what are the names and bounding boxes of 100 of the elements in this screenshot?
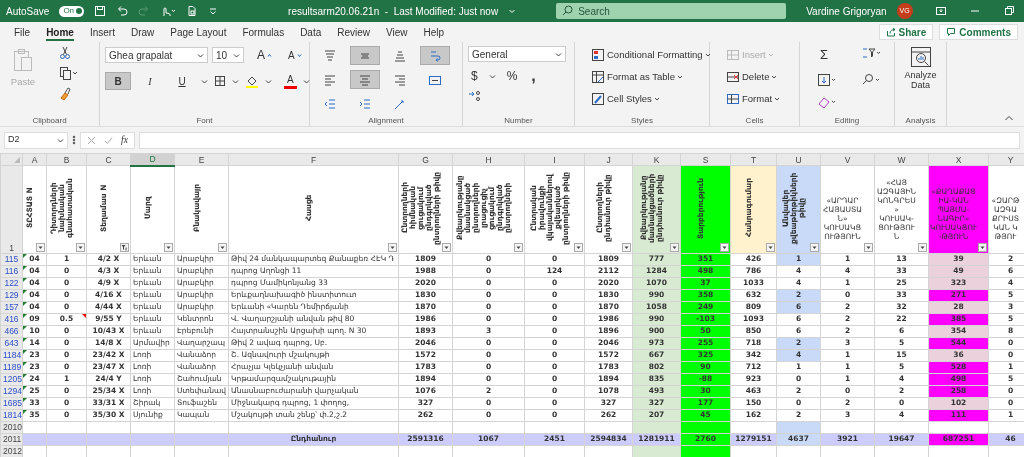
formula-input-field[interactable]	[138, 131, 1020, 149]
save-icon[interactable]	[94, 5, 107, 17]
column-header[interactable]: U	[776, 153, 821, 166]
format-cells-button[interactable]: Format	[723, 90, 784, 108]
column-header[interactable]: A	[22, 153, 47, 166]
column-header[interactable]: J	[584, 153, 633, 166]
filter-button[interactable]	[670, 242, 679, 252]
fill-color-icon[interactable]	[245, 74, 259, 88]
ribbon-display-icon[interactable]	[934, 5, 947, 17]
caret-icon[interactable]	[302, 77, 310, 85]
row-number[interactable]: 1	[0, 165, 23, 253]
filter-button[interactable]	[720, 242, 729, 252]
currency-button[interactable]: $	[468, 67, 481, 85]
format-as-table-button[interactable]: Format as Table	[588, 68, 714, 86]
menu-tab[interactable]: Help	[415, 23, 453, 41]
column-header[interactable]: F	[228, 153, 399, 166]
comments-button[interactable]: Comments	[939, 24, 1018, 40]
caret-icon[interactable]	[232, 77, 239, 85]
filter-button[interactable]	[164, 242, 173, 252]
menu-tab[interactable]: View	[378, 23, 416, 41]
customize-caret-icon[interactable]	[208, 5, 219, 17]
menu-tab[interactable]: Draw	[122, 23, 163, 41]
column-header[interactable]: W	[874, 153, 929, 166]
column-header[interactable]: T	[730, 153, 777, 166]
filter-button[interactable]	[918, 242, 927, 252]
filter-button[interactable]	[810, 242, 819, 252]
caret-icon[interactable]	[488, 72, 496, 80]
delete-cells-button[interactable]: Delete	[723, 68, 784, 86]
shrink-font-button[interactable]: A	[285, 46, 305, 64]
column-header[interactable]: E	[174, 153, 229, 166]
sort-filter-icon[interactable]	[861, 46, 881, 60]
autosave-toggle[interactable]: On	[59, 5, 85, 17]
percent-button[interactable]: %	[503, 67, 521, 85]
filter-button[interactable]	[442, 242, 451, 252]
cell-styles-button[interactable]: Cell Styles	[588, 90, 714, 108]
filter-button[interactable]	[864, 242, 873, 252]
collapse-ribbon-icon[interactable]	[1004, 114, 1014, 122]
borders-icon[interactable]	[214, 75, 226, 87]
menu-tab[interactable]: Formulas	[234, 23, 293, 41]
restore-icon[interactable]	[1002, 5, 1015, 17]
column-header[interactable]: I	[524, 153, 585, 166]
increase-decimal-icon[interactable]	[468, 90, 482, 102]
underline-button[interactable]: U	[169, 72, 195, 90]
filter-button[interactable]	[76, 242, 85, 252]
column-header[interactable]: Y	[988, 153, 1024, 166]
caret-icon[interactable]	[508, 7, 517, 15]
document-icon[interactable]	[186, 5, 199, 17]
filter-button[interactable]	[36, 242, 45, 252]
format-painter-icon[interactable]	[59, 86, 71, 100]
column-header[interactable]: X	[928, 153, 989, 166]
comma-style-button[interactable]: ,	[528, 67, 539, 85]
insert-function-button[interactable]: fx	[121, 133, 128, 147]
eraser-icon[interactable]	[817, 95, 837, 110]
menu-tab[interactable]: Review	[329, 23, 379, 41]
undo-icon[interactable]	[116, 5, 129, 17]
copy-icon[interactable]	[59, 66, 77, 80]
align-center-button[interactable]	[350, 70, 380, 89]
menu-tab[interactable]: Home	[38, 23, 82, 41]
menu-tab[interactable]: Page Layout	[162, 23, 235, 41]
group-label: Clipboard	[31, 115, 68, 126]
filter-button[interactable]	[766, 242, 775, 252]
column-header[interactable]: B	[46, 153, 87, 166]
column-header[interactable]: V	[820, 153, 875, 166]
font-color-button[interactable]: A	[284, 73, 297, 89]
cancel-icon[interactable]	[87, 135, 96, 145]
menu-tab[interactable]: Data	[292, 23, 330, 41]
filter-button[interactable]	[978, 242, 987, 252]
column-header[interactable]: G	[398, 153, 453, 166]
menu-tab[interactable]: File	[6, 23, 39, 41]
enter-icon[interactable]	[104, 135, 113, 145]
filter-button[interactable]	[514, 242, 523, 252]
filter-button[interactable]	[574, 242, 583, 252]
menu-tab[interactable]: Insert	[81, 23, 123, 41]
filter-button[interactable]	[622, 242, 631, 252]
caret-icon[interactable]	[201, 77, 208, 85]
column-header[interactable]: S	[680, 153, 731, 166]
cut-icon[interactable]	[59, 46, 71, 60]
fill-down-icon[interactable]	[817, 72, 837, 87]
column-header[interactable]: K	[632, 153, 681, 166]
filter-button[interactable]	[120, 242, 129, 252]
filter-button[interactable]	[218, 242, 227, 252]
italic-button[interactable]: I	[137, 72, 163, 90]
conditional-formatting-button[interactable]: Conditional Formatting	[588, 46, 714, 64]
autosum-button[interactable]: Σ	[817, 46, 857, 64]
share-button[interactable]: Share	[878, 24, 934, 40]
font-size-field[interactable]: 10	[212, 47, 244, 63]
align-middle-button[interactable]	[350, 46, 380, 65]
column-header[interactable]: C	[86, 153, 131, 166]
caret-icon[interactable]	[265, 77, 272, 85]
font-name-field[interactable]: Ghea grapalat	[105, 47, 208, 63]
bold-button[interactable]: B	[105, 72, 131, 90]
column-header[interactable]: H	[452, 153, 525, 166]
name-box[interactable]: D2	[4, 131, 68, 149]
grow-font-button[interactable]: A	[254, 46, 275, 64]
find-icon[interactable]	[861, 72, 881, 87]
column-header[interactable]: D	[130, 153, 175, 166]
analyze-data-button[interactable]: Analyze Data	[900, 46, 941, 102]
search-field[interactable]: Search	[556, 3, 787, 19]
number-format-field[interactable]: General	[468, 46, 566, 62]
filter-button[interactable]	[388, 242, 397, 252]
